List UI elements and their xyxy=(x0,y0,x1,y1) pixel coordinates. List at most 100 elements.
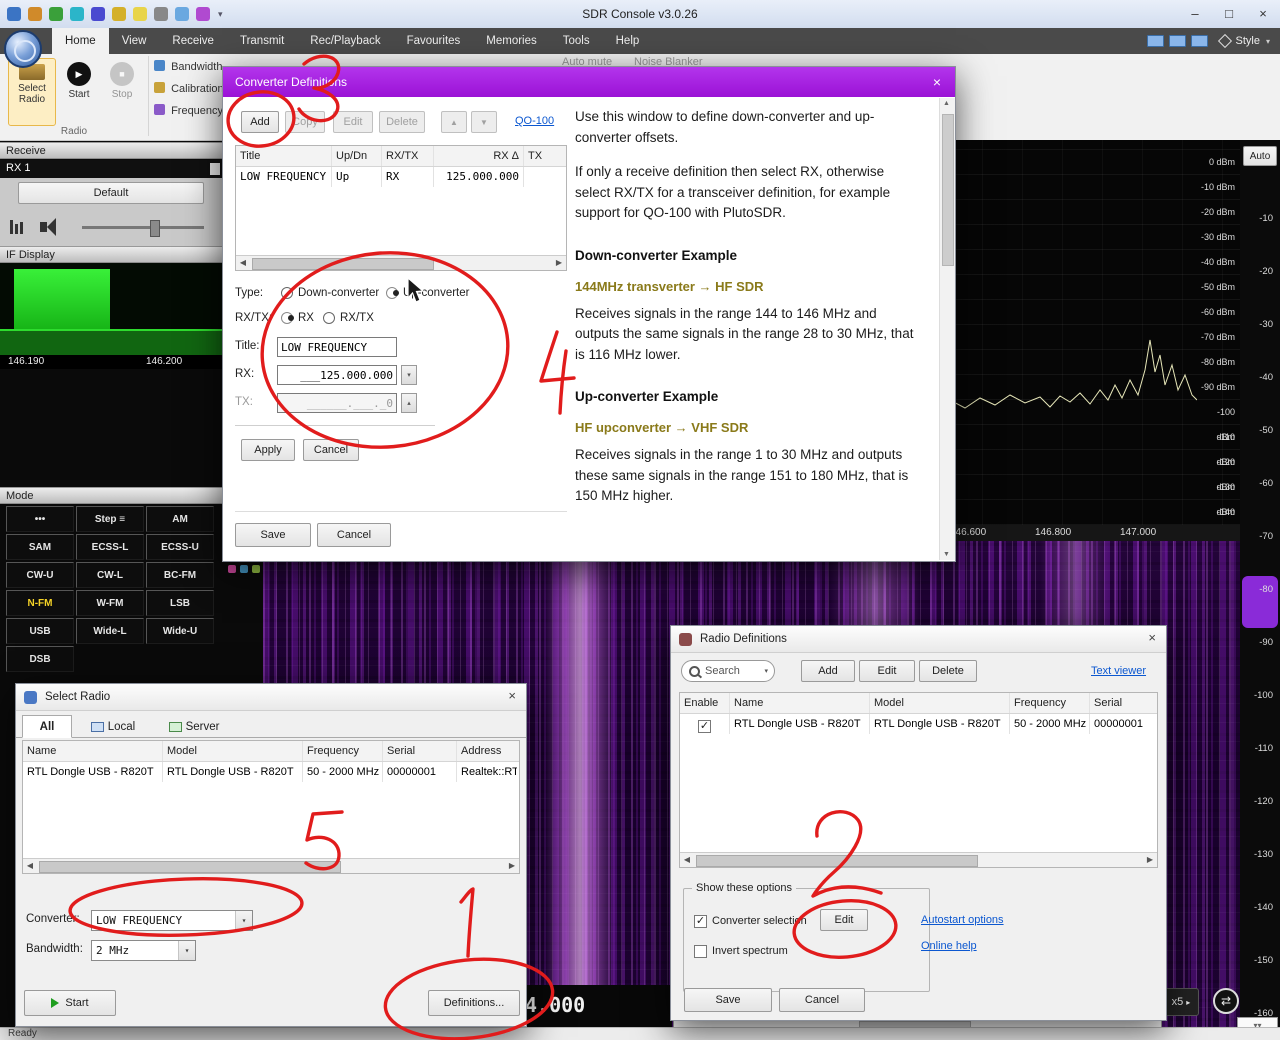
up-converter-radio[interactable] xyxy=(386,287,398,299)
autostart-options-link[interactable]: Autostart options xyxy=(921,914,1004,926)
converter-selection-label[interactable]: Converter selection xyxy=(712,915,807,927)
mode-wide-l-button[interactable]: Wide-L xyxy=(76,618,144,644)
qo100-link[interactable]: QO-100 xyxy=(515,115,554,127)
rx-option-label[interactable]: RX xyxy=(298,312,314,324)
zoom-x5-button[interactable]: x5▸ xyxy=(1163,988,1199,1016)
down-converter-label[interactable]: Down-converter xyxy=(298,287,379,299)
tab-receive[interactable]: Receive xyxy=(159,28,227,54)
converter-add-button[interactable]: Add xyxy=(241,111,279,133)
converter-dialog-titlebar[interactable]: Converter Definitions × xyxy=(223,67,955,97)
move-up-button[interactable]: ▲ xyxy=(441,111,467,133)
start-button[interactable]: Start xyxy=(24,990,116,1016)
display-layout-icon[interactable] xyxy=(1147,35,1164,47)
if-display[interactable] xyxy=(0,263,222,355)
chevron-down-icon[interactable]: ▾ xyxy=(178,941,195,960)
help-vscrollbar[interactable]: ▲ ▼ xyxy=(939,98,955,560)
converter-save-button[interactable]: Save xyxy=(235,523,311,547)
radio-definitions-titlebar[interactable]: Radio Definitions × xyxy=(671,626,1166,653)
calibration-ribbon-item[interactable]: Calibration xyxy=(154,82,224,100)
mode-dsb-button[interactable]: DSB xyxy=(6,646,74,672)
converter-edit-button[interactable]: Edit xyxy=(820,909,868,931)
mode-lsb-button[interactable]: LSB xyxy=(146,590,214,616)
rx1-expand-button[interactable] xyxy=(210,163,220,175)
select-radio-ribbon-button[interactable]: Select Radio xyxy=(8,58,56,126)
mode-ecss-l-button[interactable]: ECSS-L xyxy=(76,534,144,560)
text-viewer-link[interactable]: Text viewer xyxy=(1091,665,1146,677)
enable-checkbox[interactable]: ✓ xyxy=(698,720,711,733)
marker-icon[interactable] xyxy=(228,565,236,573)
marker-icon[interactable] xyxy=(252,565,260,573)
stop-ribbon-button[interactable]: ■ Stop xyxy=(102,58,142,124)
tab-local[interactable]: Local xyxy=(76,715,150,738)
rx-field[interactable] xyxy=(277,365,397,385)
invert-spectrum-label[interactable]: Invert spectrum xyxy=(712,945,788,957)
converter-cancel-button[interactable]: Cancel xyxy=(317,523,391,547)
rxtx-radio[interactable] xyxy=(323,312,335,324)
rx-spinner-down[interactable]: ▾ xyxy=(401,365,417,385)
online-help-link[interactable]: Online help xyxy=(921,940,977,952)
rx-radio[interactable] xyxy=(281,312,293,324)
mode-am-button[interactable]: AM xyxy=(146,506,214,532)
tab-view[interactable]: View xyxy=(109,28,160,54)
rxtx-option-label[interactable]: RX/TX xyxy=(340,312,374,324)
definitions-save-button[interactable]: Save xyxy=(684,988,772,1012)
tab-all[interactable]: All xyxy=(22,715,72,738)
definitions-table-row[interactable]: ✓ RTL Dongle USB - R820T RTL Dongle USB … xyxy=(680,714,1157,734)
bandwidth-ribbon-item[interactable]: Bandwidth xyxy=(154,60,224,78)
mode-ecss-u-button[interactable]: ECSS-U xyxy=(146,534,214,560)
frequency-ribbon-item[interactable]: Frequency xyxy=(154,104,224,122)
up-converter-label[interactable]: Up-converter xyxy=(403,287,469,299)
definitions-edit-button[interactable]: Edit xyxy=(859,660,915,682)
radio-list-row[interactable]: RTL Dongle USB - R820T RTL Dongle USB - … xyxy=(23,762,519,782)
definitions-add-button[interactable]: Add xyxy=(801,660,855,682)
mode-step-button[interactable]: Step ≡ xyxy=(76,506,144,532)
auto-gain-button[interactable]: Auto xyxy=(1243,146,1277,166)
default-button[interactable]: Default xyxy=(18,182,204,204)
tab-rec-playback[interactable]: Rec/Playback xyxy=(297,28,393,54)
converter-table[interactable]: Title Up/Dn RX/TX RX Δ TX LOW FREQUENCY … xyxy=(235,145,567,271)
converter-edit-button[interactable]: Edit xyxy=(333,111,373,133)
search-input[interactable]: Search ▾ xyxy=(681,660,775,682)
converter-selection-checkbox[interactable]: ✓ xyxy=(694,915,707,928)
converter-table-hscrollbar[interactable]: ◀▶ xyxy=(236,255,566,270)
chevron-down-icon[interactable]: ▾ xyxy=(1266,37,1270,46)
display-layout-icon[interactable] xyxy=(1169,35,1186,47)
definitions-cancel-button[interactable]: Cancel xyxy=(779,988,865,1012)
mode-w-fm-button[interactable]: W-FM xyxy=(76,590,144,616)
converter-select[interactable]: LOW FREQUENCY ▾ xyxy=(91,910,253,931)
converter-copy-button[interactable]: Copy xyxy=(285,111,325,133)
close-icon[interactable]: × xyxy=(933,74,941,90)
swap-spectra-button[interactable]: ⇄ xyxy=(1213,988,1239,1014)
volume-slider-thumb[interactable] xyxy=(150,220,160,237)
mode-usb-button[interactable]: USB xyxy=(6,618,74,644)
apply-button[interactable]: Apply xyxy=(241,439,295,461)
close-icon[interactable]: × xyxy=(1148,630,1156,645)
definitions-table-hscrollbar[interactable]: ◀▶ xyxy=(680,852,1157,867)
definitions-delete-button[interactable]: Delete xyxy=(919,660,977,682)
radio-list-hscrollbar[interactable]: ◀▶ xyxy=(23,858,519,873)
invert-spectrum-checkbox[interactable] xyxy=(694,945,707,958)
chevron-down-icon[interactable]: ▾ xyxy=(235,911,252,930)
move-down-button[interactable]: ▼ xyxy=(471,111,497,133)
app-logo[interactable] xyxy=(4,30,42,68)
mode-cw-l-button[interactable]: CW-L xyxy=(76,562,144,588)
select-radio-titlebar[interactable]: Select Radio × xyxy=(16,684,526,711)
definitions-table[interactable]: Enable Name Model Frequency Serial ✓ RTL… xyxy=(679,692,1158,868)
converter-table-row[interactable]: LOW FREQUENCY Up RX 125.000.000 xyxy=(236,167,566,187)
speaker-icon[interactable] xyxy=(40,222,47,232)
close-icon[interactable]: × xyxy=(508,688,516,703)
bandwidth-select[interactable]: 2 MHz ▾ xyxy=(91,940,196,961)
equalizer-icon[interactable] xyxy=(10,220,13,234)
scrollbar-thumb[interactable] xyxy=(942,114,954,266)
tab-favourites[interactable]: Favourites xyxy=(394,28,474,54)
tx-spinner-up[interactable]: ▴ xyxy=(401,393,417,413)
tab-memories[interactable]: Memories xyxy=(473,28,549,54)
mode-more-button[interactable]: ••• xyxy=(6,506,74,532)
tab-home[interactable]: Home xyxy=(52,28,109,54)
mode-cw-u-button[interactable]: CW-U xyxy=(6,562,74,588)
radio-list-table[interactable]: Name Model Frequency Serial Address RTL … xyxy=(22,740,520,874)
tab-server[interactable]: Server xyxy=(154,715,234,738)
definitions-button[interactable]: Definitions... xyxy=(428,990,520,1016)
chevron-down-icon[interactable]: ▾ xyxy=(764,667,768,675)
display-layout-icon[interactable] xyxy=(1191,35,1208,47)
